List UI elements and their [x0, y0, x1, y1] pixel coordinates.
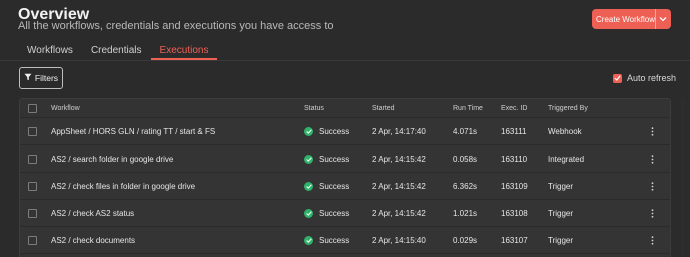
status-cell: Success — [304, 118, 349, 144]
status-cell: Success — [304, 173, 349, 199]
column-header-triggered-by: Triggered By — [548, 104, 588, 112]
page-subtitle: All the workflows, credentials and execu… — [18, 20, 334, 32]
column-header-started: Started — [372, 104, 395, 112]
exec-id: 163111 — [501, 126, 527, 136]
status-text: Success — [319, 126, 350, 136]
column-header-workflow: Workflow — [51, 104, 80, 112]
tab-executions[interactable]: Executions — [150, 44, 218, 60]
table-row[interactable]: AS2 / check documents Success 2 Apr, 14:… — [20, 227, 670, 254]
more-options-icon[interactable] — [651, 200, 654, 226]
status-cell: Success — [304, 227, 349, 253]
exec-id: 163108 — [501, 208, 528, 218]
column-header-status: Status — [304, 104, 324, 112]
filters-label: Filters — [34, 73, 59, 83]
status-cell: Success — [304, 146, 349, 172]
triggered-by: Integrated — [548, 154, 585, 164]
started-time: 2 Apr, 14:15:42 — [372, 154, 426, 164]
row-checkbox[interactable] — [28, 181, 37, 191]
triggered-by: Trigger — [548, 208, 574, 218]
started-time: 2 Apr, 14:15:40 — [372, 235, 426, 245]
check-circle-icon — [304, 235, 313, 245]
status-text: Success — [319, 181, 350, 191]
exec-id: 163109 — [501, 181, 528, 191]
tab-credentials[interactable]: Credentials — [82, 44, 151, 60]
row-checkbox[interactable] — [28, 235, 37, 245]
triggered-by: Trigger — [548, 181, 574, 191]
table-row[interactable]: AppSheet / HORS GLN / rating TT / start … — [20, 118, 670, 145]
scrollbar[interactable] — [681, 98, 685, 257]
started-time: 2 Apr, 14:15:42 — [372, 208, 426, 218]
status-cell: Success — [304, 200, 349, 226]
run-time: 6.362s — [453, 181, 478, 191]
table-row[interactable]: AS2 / check AS2 status Success 2 Apr, 14… — [20, 200, 670, 227]
check-circle-icon — [304, 154, 313, 164]
executions-table: Workflow Status Started Run Time Exec. I… — [19, 98, 671, 257]
tab-workflows[interactable]: Workflows — [18, 44, 82, 60]
run-time: 0.029s — [453, 235, 478, 245]
column-header-run-time: Run Time — [453, 104, 483, 112]
more-options-icon[interactable] — [651, 118, 654, 144]
filters-button[interactable]: Filters — [19, 67, 63, 89]
triggered-by: Webhook — [548, 126, 582, 136]
workflow-name[interactable]: AS2 / check files in folder in google dr… — [51, 173, 195, 199]
check-circle-icon — [304, 208, 313, 218]
tab-bar: Workflows Credentials Executions — [18, 44, 218, 60]
create-workflow-button[interactable]: Create Workflow — [592, 9, 671, 29]
chevron-down-icon[interactable] — [656, 16, 671, 22]
run-time: 0.058s — [453, 154, 478, 164]
workflow-name[interactable]: AppSheet / HORS GLN / rating TT / start … — [51, 118, 215, 144]
select-all-checkbox[interactable] — [28, 103, 37, 113]
started-time: 2 Apr, 14:17:40 — [372, 126, 426, 136]
column-header-exec-id: Exec. ID — [501, 104, 528, 112]
create-workflow-label: Create Workflow — [596, 14, 655, 24]
check-circle-icon — [304, 181, 313, 191]
auto-refresh-toggle[interactable]: Auto refresh — [613, 73, 676, 83]
more-options-icon[interactable] — [651, 227, 654, 253]
run-time: 4.071s — [453, 126, 478, 136]
tab-divider — [0, 60, 690, 61]
status-text: Success — [319, 154, 350, 164]
table-header: Workflow Status Started Run Time Exec. I… — [20, 99, 670, 118]
auto-refresh-checkbox[interactable] — [613, 73, 622, 83]
triggered-by: Trigger — [548, 235, 574, 245]
run-time: 1.021s — [453, 208, 478, 218]
filter-icon — [24, 73, 32, 83]
workflow-name[interactable]: AS2 / search folder in google drive — [51, 146, 173, 172]
row-checkbox[interactable] — [28, 208, 37, 218]
row-checkbox[interactable] — [28, 126, 37, 136]
more-options-icon[interactable] — [651, 146, 654, 172]
table-row[interactable]: AS2 / search folder in google drive Succ… — [20, 146, 670, 173]
workflow-name[interactable]: AS2 / check documents — [51, 227, 135, 253]
check-circle-icon — [304, 126, 313, 136]
workflow-name[interactable]: AS2 / check AS2 status — [51, 200, 134, 226]
status-text: Success — [319, 235, 350, 245]
more-options-icon[interactable] — [651, 173, 654, 199]
table-row[interactable]: AS2 / check files in folder in google dr… — [20, 173, 670, 200]
status-text: Success — [319, 208, 350, 218]
exec-id: 163107 — [501, 235, 528, 245]
exec-id: 163110 — [501, 154, 528, 164]
auto-refresh-label: Auto refresh — [627, 73, 677, 83]
started-time: 2 Apr, 14:15:42 — [372, 181, 426, 191]
row-checkbox[interactable] — [28, 154, 37, 164]
